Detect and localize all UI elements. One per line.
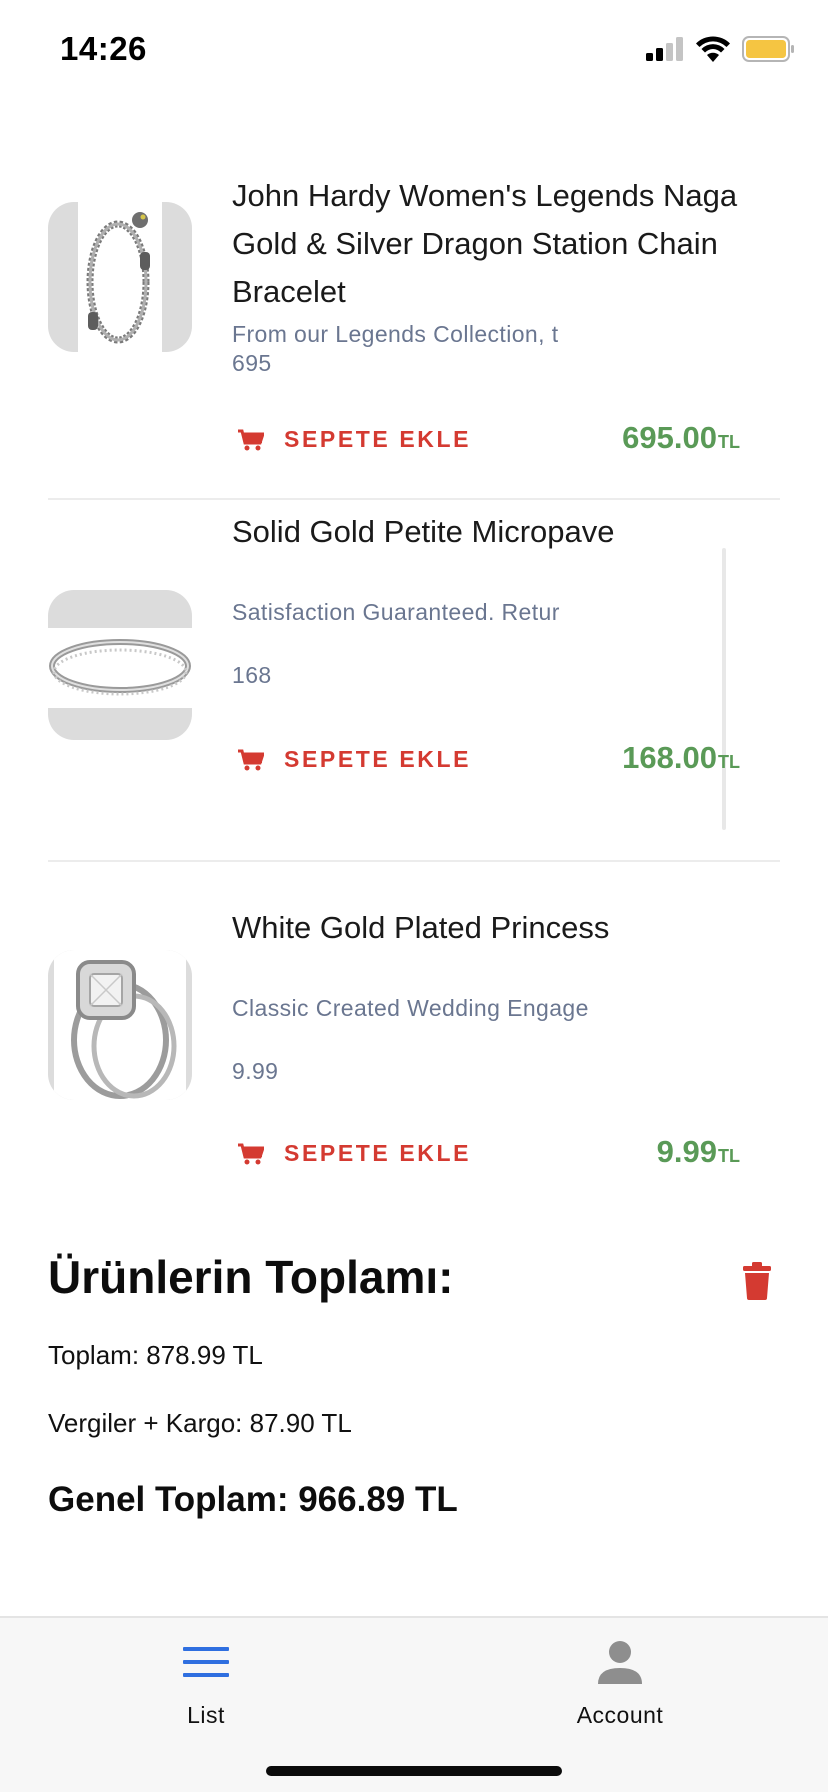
tax-shipping-text: Vergiler + Kargo: 87.90 TL [48, 1408, 352, 1438]
tab-list-label: List [187, 1702, 225, 1728]
price-currency: TL [718, 1146, 740, 1166]
cart-totals: Ürünlerin Toplamı: Toplam: 878.99 TL Ver… [48, 1250, 780, 1519]
price-value: 168.00 [622, 740, 717, 775]
product-title: Solid Gold Petite Micropave [232, 514, 615, 549]
tab-account[interactable]: Account [520, 1618, 720, 1748]
cart-product-list[interactable]: John Hardy Women's Legends Naga Gold & S… [0, 142, 828, 1172]
add-to-cart-label: SEPETE EKLE [284, 426, 472, 452]
product-price: 695.00TL [622, 420, 740, 456]
status-icons [646, 36, 796, 62]
cellular-signal-icon [646, 37, 683, 61]
product-description: From our Legends Collection, t [232, 321, 559, 347]
add-to-cart-button[interactable]: SEPETE EKLE [238, 746, 471, 773]
product-price-text: 168 [232, 662, 272, 688]
product-image [48, 202, 192, 352]
product-price: 9.99TL [657, 1134, 740, 1170]
totals-title: Ürünlerin Toplamı: [48, 1251, 454, 1303]
add-to-cart-label: SEPETE EKLE [284, 1140, 472, 1166]
product-price-text: 695 [232, 350, 272, 376]
price-value: 695.00 [622, 420, 717, 455]
wifi-icon [696, 36, 730, 62]
engagement-ring-set-image [54, 950, 186, 1100]
product-description: Classic Created Wedding Engage [232, 995, 589, 1021]
cart-icon [238, 429, 264, 450]
price-value: 9.99 [656, 1134, 717, 1169]
battery-icon [742, 36, 794, 62]
add-to-cart-button[interactable]: SEPETE EKLE [238, 426, 471, 453]
status-bar: 14:26 [0, 0, 828, 100]
product-price: 168.00TL [622, 740, 740, 776]
price-currency: TL [718, 432, 740, 452]
home-indicator[interactable] [266, 1766, 562, 1776]
tab-list[interactable]: List [106, 1618, 306, 1748]
add-to-cart-button[interactable]: SEPETE EKLE [238, 1140, 471, 1167]
add-to-cart-label: SEPETE EKLE [284, 746, 472, 772]
product-card: Solid Gold Petite Micropave Satisfaction… [48, 502, 780, 862]
product-description: Satisfaction Guaranteed. Retur [232, 599, 560, 625]
price-currency: TL [718, 752, 740, 772]
grand-total-text: Genel Toplam: 966.89 TL [48, 1480, 458, 1519]
product-price-text: 9.99 [232, 1058, 279, 1084]
list-icon [183, 1647, 229, 1677]
status-time: 14:26 [60, 30, 147, 67]
product-title: White Gold Plated Princess [232, 910, 610, 945]
product-card: John Hardy Women's Legends Naga Gold & S… [48, 142, 780, 500]
account-icon [598, 1641, 642, 1684]
ring-image [48, 628, 192, 708]
trash-icon[interactable] [742, 1262, 772, 1300]
bracelet-image [78, 202, 162, 352]
product-card: White Gold Plated Princess Classic Creat… [48, 864, 780, 1172]
product-image [48, 950, 192, 1100]
scroll-indicator[interactable] [722, 548, 726, 830]
cart-icon [238, 1143, 264, 1164]
tab-account-label: Account [576, 1702, 664, 1728]
subtotal-text: Toplam: 878.99 TL [48, 1340, 263, 1370]
product-title: John Hardy Women's Legends Naga Gold & S… [232, 178, 738, 309]
cart-icon [238, 749, 264, 770]
product-image [48, 590, 192, 740]
